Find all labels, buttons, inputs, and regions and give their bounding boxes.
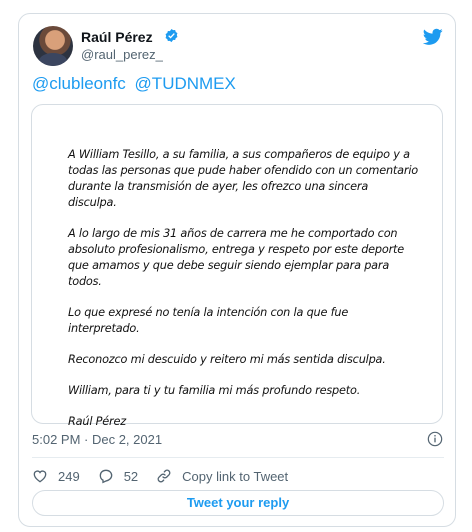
letter-paragraph: A lo largo de mis 31 años de carrera me … — [68, 227, 405, 288]
letter-text: A William Tesillo, a su familia, a sus c… — [68, 147, 418, 445]
heart-icon — [33, 470, 47, 483]
letter-paragraph: A William Tesillo, a su familia, a sus c… — [68, 148, 418, 209]
reply-count: 52 — [123, 468, 139, 484]
avatar[interactable] — [33, 26, 73, 66]
link-icon — [157, 469, 171, 483]
attached-image-letter[interactable]: A William Tesillo, a su familia, a sus c… — [31, 104, 443, 428]
tweet-card: Raúl Pérez @raul_perez_ @clubleonfc @TUD… — [18, 13, 456, 527]
reply-button[interactable]: 52 — [98, 468, 138, 484]
letter-paragraph: William, para ti y tu familia mi más pro… — [68, 384, 361, 397]
letter-signature: Raúl Pérez — [68, 415, 126, 428]
letter-paragraph: Lo que expresé no tenía la intención con… — [68, 306, 349, 335]
copy-link-button[interactable]: Copy link to Tweet — [156, 468, 288, 484]
twitter-bird-icon[interactable] — [423, 28, 443, 46]
mention-link[interactable]: @clubleonfc — [32, 74, 126, 93]
tweet-mentions: @clubleonfc @TUDNMEX — [32, 74, 240, 94]
mention-link[interactable]: @TUDNMEX — [135, 74, 236, 93]
like-count: 249 — [58, 468, 80, 484]
tweet-actions: 249 52 Copy link to Tweet — [32, 466, 306, 486]
author-display-name[interactable]: Raúl Pérez — [81, 29, 153, 45]
like-button[interactable]: 249 — [32, 468, 80, 484]
letter-paragraph: Reconozco mi descuido y reitero mi más s… — [68, 353, 386, 366]
reply-icon — [99, 469, 113, 484]
divider — [32, 457, 444, 458]
verified-badge-icon — [165, 28, 178, 43]
copy-link-label: Copy link to Tweet — [182, 468, 289, 484]
author-handle[interactable]: @raul_perez_ — [81, 47, 163, 62]
info-icon[interactable] — [427, 431, 443, 447]
tweet-timestamp[interactable]: 5:02 PM · Dec 2, 2021 — [32, 432, 162, 447]
tweet-your-reply-button[interactable]: Tweet your reply — [32, 490, 444, 516]
